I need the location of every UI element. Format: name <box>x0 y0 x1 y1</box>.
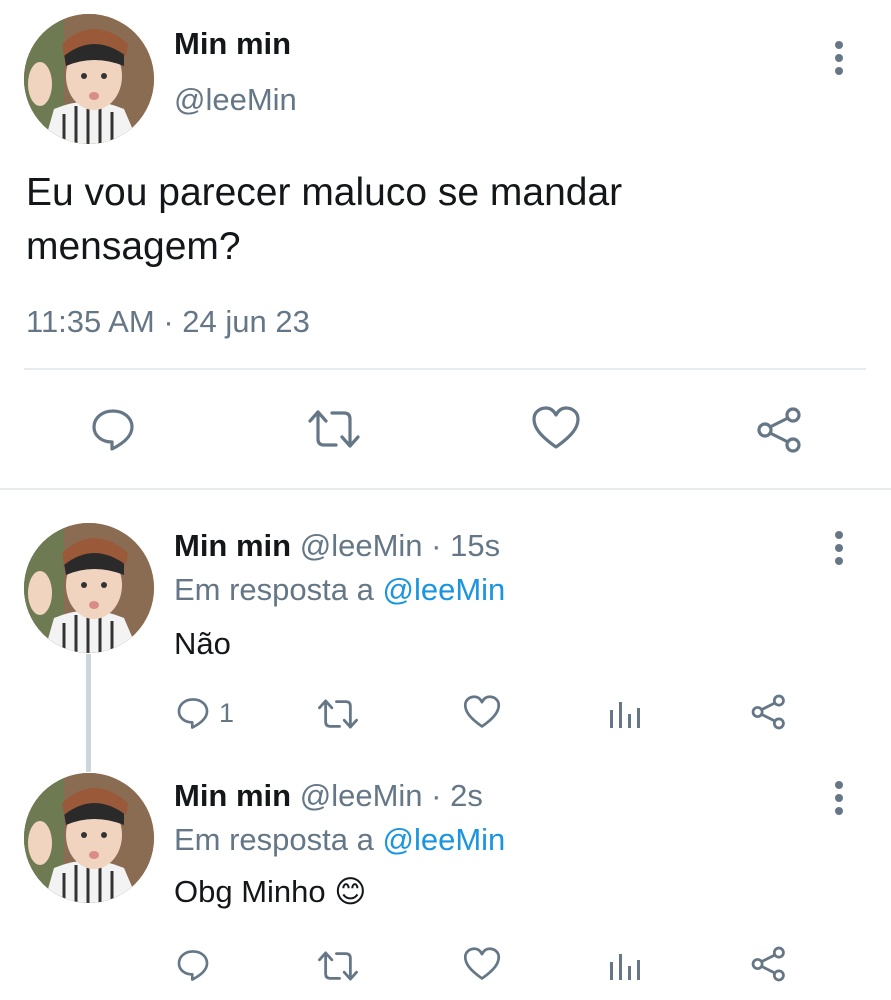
tweet-text-line: Eu vou parecer maluco se mandar <box>26 171 623 214</box>
retweet-button[interactable] <box>306 407 362 451</box>
share-nodes-icon <box>751 946 785 982</box>
smiling-face-emoji: 😊 <box>334 874 367 910</box>
speech-bubble-icon <box>177 698 209 729</box>
tweet-time: 11:35 AM <box>26 304 155 339</box>
like-button[interactable] <box>463 946 501 982</box>
avatar[interactable] <box>24 14 154 144</box>
handle[interactable]: @leeMin <box>174 82 297 118</box>
like-button[interactable] <box>463 694 501 730</box>
like-button[interactable] <box>531 405 581 451</box>
display-name[interactable]: Min min <box>174 778 291 813</box>
retweet-button[interactable] <box>315 949 361 983</box>
in-reply-to: Em resposta a @leeMin <box>174 822 505 858</box>
share-button[interactable] <box>750 945 788 983</box>
tweet-timestamp[interactable]: 11:35 AM · 24 jun 23 <box>26 304 310 340</box>
separator: · <box>431 778 442 813</box>
heart-icon <box>532 406 580 449</box>
divider <box>24 368 866 370</box>
timestamp[interactable]: 15s <box>450 528 500 563</box>
reply-header: Min min @leeMin · 2s <box>174 778 483 814</box>
reply-button[interactable] <box>176 694 210 730</box>
tweet-text: Eu vou parecer maluco se mandar mensagem… <box>26 166 622 274</box>
analytics-button[interactable] <box>608 950 642 982</box>
bar-chart-icon <box>610 954 640 980</box>
in-reply-label: Em resposta a <box>174 572 374 607</box>
speech-bubble-icon <box>92 409 134 451</box>
more-options-button[interactable] <box>829 531 849 570</box>
separator: · <box>163 304 174 339</box>
timestamp[interactable]: 2s <box>450 778 483 813</box>
more-options-button[interactable] <box>829 781 849 820</box>
avatar[interactable] <box>24 773 154 903</box>
reply-text: Obg Minho 😊 <box>174 874 367 910</box>
share-nodes-icon <box>757 407 801 453</box>
vertical-dots-icon <box>835 781 843 789</box>
share-button[interactable] <box>755 405 805 455</box>
reply-header: Min min @leeMin · 15s <box>174 528 500 564</box>
heart-icon <box>463 695 501 728</box>
share-nodes-icon <box>751 694 785 730</box>
vertical-dots-icon <box>835 41 843 49</box>
handle[interactable]: @leeMin <box>300 778 423 813</box>
reply-text: Não <box>174 626 231 661</box>
handle[interactable]: @leeMin <box>300 528 423 563</box>
heart-icon <box>463 947 501 980</box>
mention-link[interactable]: @leeMin <box>383 572 506 607</box>
in-reply-to: Em resposta a @leeMin <box>174 572 505 608</box>
display-name[interactable]: Min min <box>174 26 291 62</box>
retweet-button[interactable] <box>315 697 361 731</box>
vertical-dots-icon <box>835 531 843 539</box>
retweet-arrows-icon <box>318 951 358 981</box>
reply-text-content: Obg Minho <box>174 874 326 909</box>
in-reply-label: Em resposta a <box>174 822 374 857</box>
reply-button[interactable] <box>90 405 136 451</box>
thread-line <box>86 654 91 772</box>
reply-button[interactable] <box>176 946 210 982</box>
bar-chart-icon <box>610 702 640 728</box>
more-options-button[interactable] <box>829 41 849 80</box>
speech-bubble-icon <box>177 950 209 981</box>
reply-count: 1 <box>219 698 235 728</box>
retweet-arrows-icon <box>308 410 360 448</box>
tweet-text-line: mensagem? <box>26 225 241 268</box>
avatar[interactable] <box>24 523 154 653</box>
retweet-arrows-icon <box>318 699 358 729</box>
share-button[interactable] <box>750 693 788 731</box>
tweet-date: 24 jun 23 <box>182 304 310 339</box>
analytics-button[interactable] <box>608 698 642 730</box>
divider <box>0 488 891 490</box>
display-name[interactable]: Min min <box>174 528 291 563</box>
mention-link[interactable]: @leeMin <box>383 822 506 857</box>
separator: · <box>431 528 442 563</box>
